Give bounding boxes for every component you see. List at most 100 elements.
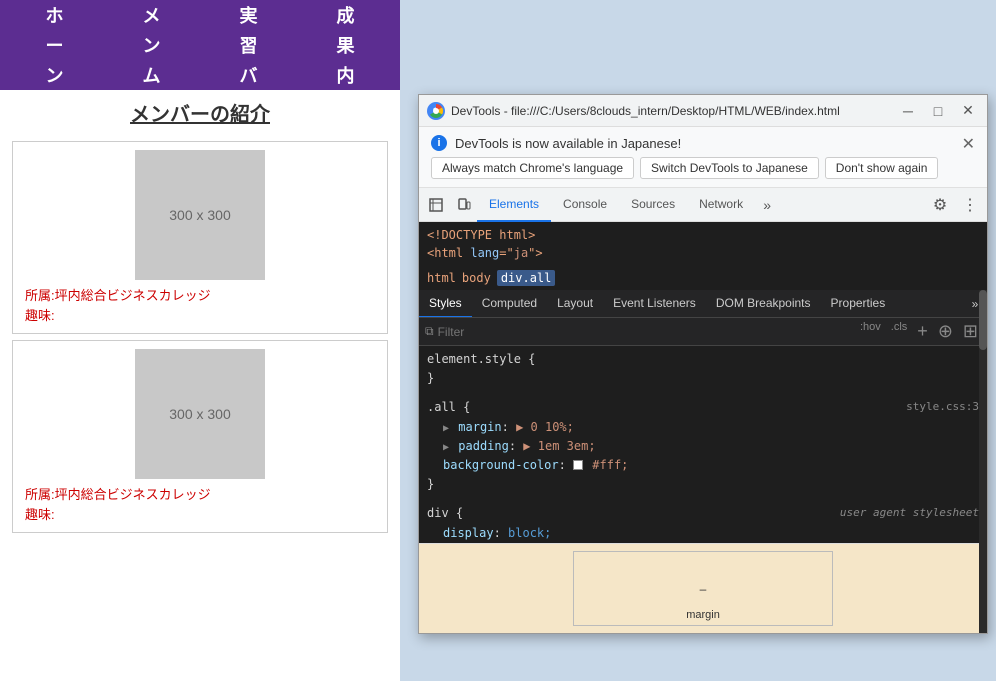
dont-show-again-button[interactable]: Don't show again <box>825 157 939 179</box>
close-button[interactable]: ✕ <box>957 100 979 122</box>
css-rule-all-props: ▶ margin: ▶ 0 10%; ▶ padding: ▶ 1em 3em;… <box>427 418 979 476</box>
toggle-computed-styles-button[interactable]: ⊞ <box>960 320 981 343</box>
notification-message: DevTools is now available in Japanese! <box>455 136 681 151</box>
titlebar-controls: ─ □ ✕ <box>897 100 979 122</box>
styles-content: element.style { } .all { style.css:3 ▶ <box>419 346 987 543</box>
dom-breadcrumb: html body div.all <box>419 266 987 290</box>
devtools-title: DevTools - file:///C:/Users/8clouds_inte… <box>451 104 897 118</box>
inspect-element-button[interactable] <box>423 192 449 218</box>
header-char-5: ー <box>8 32 101 58</box>
header-char-12: 内 <box>299 62 392 88</box>
css-prop-background-color: background-color: #fff; <box>443 456 979 475</box>
member-info-2: 所属:坪内総合ビジネスカレッジ 趣味: <box>21 485 211 524</box>
css-rule-div: div { user agent stylesheet display: blo… <box>427 504 979 543</box>
css-selector-div[interactable]: div { <box>427 504 463 523</box>
tab-elements[interactable]: Elements <box>477 188 551 222</box>
toolbar-left <box>423 192 477 218</box>
css-rule-all-header: .all { style.css:3 <box>427 398 979 417</box>
styles-tab-computed[interactable]: Computed <box>472 290 547 318</box>
devtools-toolbar: Elements Console Sources Network » ⚙ ⋮ <box>419 188 987 222</box>
devtools-titlebar: DevTools - file:///C:/Users/8clouds_inte… <box>419 95 987 127</box>
header-char-3: 実 <box>202 2 295 28</box>
styles-tab-properties[interactable]: Properties <box>821 290 896 318</box>
styles-filter-input[interactable] <box>438 325 857 339</box>
notification-top: i DevTools is now available in Japanese! <box>431 135 975 151</box>
devtools-tabs: Elements Console Sources Network » <box>477 188 927 221</box>
css-source-all: style.css:3 <box>906 398 979 416</box>
pseudo-cls-button[interactable]: .cls <box>888 320 911 343</box>
header-char-4: 成 <box>299 2 392 28</box>
styles-scrollbar[interactable] <box>979 290 987 633</box>
member-title: メンバーの紹介 <box>0 90 400 135</box>
device-toolbar-button[interactable] <box>451 192 477 218</box>
member-card-1: 300 x 300 所属:坪内総合ビジネスカレッジ 趣味: <box>12 141 388 334</box>
settings-button[interactable]: ⚙ <box>927 192 953 218</box>
filter-icon: ⧉ <box>425 324 434 339</box>
elements-html-panel: <!DOCTYPE html> <html lang="ja"> <box>419 222 987 266</box>
box-model-margin-label: margin <box>686 609 720 621</box>
css-selector-all[interactable]: .all { <box>427 398 470 417</box>
css-rule-div-header: div { user agent stylesheet <box>427 504 979 523</box>
styles-tab-event-listeners[interactable]: Event Listeners <box>603 290 706 318</box>
breadcrumb-body[interactable]: body <box>462 271 491 285</box>
force-element-state-button[interactable]: ⊕ <box>935 320 956 343</box>
always-match-language-button[interactable]: Always match Chrome's language <box>431 157 634 179</box>
member-img-1: 300 x 300 <box>135 150 265 280</box>
html-line-html: <html lang="ja"> <box>427 244 979 262</box>
breadcrumb-div-all[interactable]: div.all <box>497 270 556 286</box>
styles-panel-wrapper: Styles Computed Layout Event Listeners D… <box>419 290 987 633</box>
color-swatch-fff[interactable] <box>573 460 583 470</box>
inspect-icon <box>429 198 443 212</box>
css-prop-padding: ▶ padding: ▶ 1em 3em; <box>443 437 979 456</box>
more-options-button[interactable]: ⋮ <box>957 192 983 218</box>
member-info-1: 所属:坪内総合ビジネスカレッジ 趣味: <box>21 286 211 325</box>
header-char-9: ン <box>8 62 101 88</box>
styles-tabs: Styles Computed Layout Event Listeners D… <box>419 290 987 318</box>
devtools-window: DevTools - file:///C:/Users/8clouds_inte… <box>418 94 988 634</box>
header-char-1: ホ <box>8 2 101 28</box>
css-prop-display: display: block; <box>443 524 979 543</box>
css-selector-element-style[interactable]: element.style { <box>427 350 535 369</box>
device-icon <box>457 198 471 212</box>
css-rule-element-style-body: } <box>427 369 979 388</box>
header-char-2: メ <box>105 2 198 28</box>
add-style-rule-button[interactable]: + <box>914 320 931 343</box>
styles-filter-bar: ⧉ :hov .cls + ⊕ ⊞ <box>419 318 987 346</box>
html-line-doctype: <!DOCTYPE html> <box>427 226 979 244</box>
css-source-div: user agent stylesheet <box>840 504 979 522</box>
header-grid: ホ メ 実 成 ー ン 習 果 ン ム バ 内 <box>8 2 392 88</box>
switch-to-japanese-button[interactable]: Switch DevTools to Japanese <box>640 157 819 179</box>
tab-network[interactable]: Network <box>687 188 755 222</box>
tab-console[interactable]: Console <box>551 188 619 222</box>
css-rule-element-style: element.style { } <box>427 350 979 388</box>
styles-panel: Styles Computed Layout Event Listeners D… <box>419 290 987 633</box>
maximize-button[interactable]: □ <box>927 100 949 122</box>
header-char-10: ム <box>105 62 198 88</box>
css-rule-all: .all { style.css:3 ▶ margin: ▶ 0 10%; ▶ … <box>427 398 979 494</box>
box-model-dash: – <box>700 582 707 596</box>
info-icon: i <box>431 135 447 151</box>
chrome-icon <box>427 102 445 120</box>
toolbar-right: ⚙ ⋮ <box>927 192 983 218</box>
css-rule-div-props: display: block; unicode-bidi: isolate; <box>427 524 979 544</box>
styles-tab-styles[interactable]: Styles <box>419 290 472 318</box>
filter-pseudo-buttons: :hov .cls + ⊕ ⊞ <box>857 320 981 343</box>
header-char-8: 果 <box>299 32 392 58</box>
header-char-11: バ <box>202 62 295 88</box>
more-tabs-button[interactable]: » <box>755 193 779 217</box>
box-model-panel: margin – <box>419 543 987 633</box>
css-prop-margin: ▶ margin: ▶ 0 10%; <box>443 418 979 437</box>
member-card-2: 300 x 300 所属:坪内総合ビジネスカレッジ 趣味: <box>12 340 388 533</box>
styles-tab-dom-breakpoints[interactable]: DOM Breakpoints <box>706 290 821 318</box>
webpage-panel: ホ メ 実 成 ー ン 習 果 ン ム バ 内 メンバーの紹介 300 x 30… <box>0 0 400 681</box>
tab-sources[interactable]: Sources <box>619 188 687 222</box>
webpage-header: ホ メ 実 成 ー ン 習 果 ン ム バ 内 <box>0 0 400 90</box>
breadcrumb-html[interactable]: html <box>427 271 456 285</box>
minimize-button[interactable]: ─ <box>897 100 919 122</box>
pseudo-hov-button[interactable]: :hov <box>857 320 884 343</box>
styles-scrollbar-thumb[interactable] <box>979 290 987 350</box>
devtools-notification: ✕ i DevTools is now available in Japanes… <box>419 127 987 188</box>
header-char-7: 習 <box>202 32 295 58</box>
notification-close-button[interactable]: ✕ <box>958 135 979 155</box>
styles-tab-layout[interactable]: Layout <box>547 290 603 318</box>
